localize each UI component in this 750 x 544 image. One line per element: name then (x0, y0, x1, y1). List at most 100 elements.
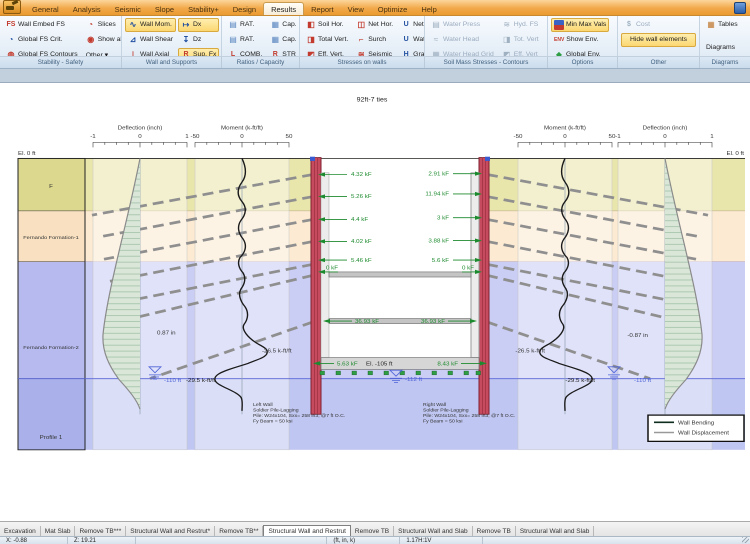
net-icon: U (401, 20, 411, 30)
tables-button[interactable]: ▦Tables (703, 18, 741, 32)
cap-support-button[interactable]: ▦Cap. (267, 33, 299, 47)
stage-tab-struct-slab-b[interactable]: Structural Wall and Slab (516, 526, 595, 536)
menu-tab-general[interactable]: General (25, 3, 66, 15)
wall-axial-button[interactable]: ⊥Wall Axial (125, 48, 176, 57)
cap-wall-button[interactable]: ▦Cap. (267, 18, 299, 32)
elevation-top-right: El. 0 ft (726, 151, 744, 156)
wall-shear-button[interactable]: ⊿Wall Shear (125, 33, 176, 47)
stage-tab-struct-restrut1[interactable]: Structural Wall and Restrut* (126, 526, 215, 536)
dz-button[interactable]: ↧Dz (178, 33, 219, 47)
left-moment-value-1: -26.5 k-ft/ft (262, 349, 292, 354)
profile-column[interactable]: F Fernando Formation-1 Fernando Formatio… (18, 158, 85, 449)
net-hor-button[interactable]: ◫Net Hor. (353, 18, 396, 32)
rat-wall-button[interactable]: ▤RAT. (225, 18, 265, 32)
global-env-button[interactable]: ◆Global Env. (551, 48, 609, 57)
stage-tab-struct-slab[interactable]: Structural Wall and Slab (394, 526, 473, 536)
right-deflection-value: -0.87 in (627, 334, 648, 339)
stage-tab-remove-tb-b[interactable]: Remove TB (473, 526, 516, 536)
menu-tab-seismic[interactable]: Seismic (108, 3, 148, 15)
menu-tab-results[interactable]: Results (263, 2, 304, 15)
wall-mom-button[interactable]: ∿Wall Mom. (125, 18, 176, 32)
wall-embed-fs-button[interactable]: FSWall Embed FS (3, 18, 81, 32)
stage-tab-remove-tb2[interactable]: Remove TB** (215, 526, 263, 536)
envelope-icon: ENV (554, 35, 564, 45)
str-button[interactable]: RSTR (267, 48, 299, 57)
stage-tab-mat-slab[interactable]: Mat Slab (41, 526, 76, 536)
global-fs-contours-button[interactable]: ◍Global FS Contours (3, 48, 81, 57)
total-vertical-icon: ◨ (306, 35, 316, 45)
group-label-soil-mass: Soil Mass Stresses - Contours (425, 57, 548, 68)
menu-tab-optimize[interactable]: Optimize (371, 3, 415, 15)
menu-tab-help[interactable]: Help (414, 3, 443, 15)
menu-tab-design[interactable]: Design (226, 3, 263, 15)
stage-tab-remove-tb[interactable]: Remove TB (351, 526, 394, 536)
menu-tab-report[interactable]: Report (304, 3, 341, 15)
comb-button[interactable]: LCOMB. (225, 48, 265, 57)
dx-icon: ↦ (181, 20, 191, 30)
cost-button[interactable]: $Cost (621, 18, 696, 32)
app-icon[interactable] (3, 0, 21, 14)
water-button[interactable]: UWater (398, 33, 425, 47)
status-bar: X: -0.88 Z: 19.21 (ft, in, k) 1.17H:1V (0, 536, 750, 544)
total-vert-button[interactable]: ◨Total Vert. (303, 33, 351, 47)
stage-tab-remove-tb3[interactable]: Remove TB*** (75, 526, 126, 536)
ruler (93, 142, 187, 147)
soil-hor-button[interactable]: ◧Soil Hor. (303, 18, 351, 32)
show-all-button[interactable]: ◉Show all (83, 33, 122, 47)
eff-vert-button[interactable]: ◩Eff. Vert. (303, 48, 351, 57)
menu-tab-analysis[interactable]: Analysis (66, 3, 108, 15)
seismic-button[interactable]: ≋Seismic (353, 48, 396, 57)
other-dropdown[interactable]: Other ▾ (83, 48, 122, 57)
tick-label: -1 (90, 134, 96, 139)
cursor-z-readout: Z: 19.21 (68, 537, 136, 544)
min-max-icon (554, 20, 564, 30)
menu-tab-stability[interactable]: Stability+ (181, 3, 226, 15)
wall-embed-fs-icon: FS (6, 20, 16, 30)
menu-tab-slope[interactable]: Slope (148, 3, 181, 15)
tables-icon: ▦ (706, 20, 716, 30)
comb-icon: L (228, 50, 238, 57)
water-press-button[interactable]: ▤Water Press (428, 18, 497, 32)
section-drawing[interactable]: 92ft-7 ties Deflection (inch) -1 0 1 Mom… (0, 83, 750, 521)
min-max-vals-button[interactable]: Min Max Vals (551, 18, 609, 32)
slab-force-left: 5.63 kF (337, 362, 358, 367)
hyd-fs-button[interactable]: ≋Hyd. FS (499, 18, 542, 32)
rat-support-button[interactable]: ▤RAT. (225, 33, 265, 47)
sup-fx-button[interactable]: RSup. Fx (178, 48, 219, 57)
global-fs-crit-button[interactable]: ◔Global FS Crit. (3, 33, 81, 47)
dx-button[interactable]: ↦Dx (178, 18, 219, 32)
show-env-button[interactable]: ENVShow Env. (551, 33, 609, 47)
slices-button[interactable]: ◔Slices (83, 18, 122, 32)
left-moment-header: Moment (k-ft/ft) -50 0 50 (191, 126, 293, 147)
force-label: 5.46 kF (351, 258, 372, 263)
ribbon-group-ratios: ▤RAT. ▤RAT. LCOMB. ▦Cap. ▦Cap. RSTR (222, 16, 300, 56)
hide-wall-elements-button[interactable]: Hide wall elements (621, 33, 696, 47)
grad-button[interactable]: HGrad. (398, 48, 425, 57)
surch-button[interactable]: ⌐Surch (353, 33, 396, 47)
net-button[interactable]: UNet (398, 18, 425, 32)
dz-icon: ↧ (181, 35, 191, 45)
strut-upper[interactable] (329, 272, 471, 277)
left-moment-title: Moment (k-ft/ft) (221, 126, 263, 131)
tick-label: 0 (138, 134, 141, 139)
net-horizontal-icon: ◫ (356, 20, 366, 30)
menu-tab-view[interactable]: View (341, 3, 371, 15)
drawing-canvas[interactable]: 92ft-7 ties Deflection (inch) -1 0 1 Mom… (0, 83, 750, 521)
stage-tab-excavation[interactable]: Excavation (0, 526, 41, 536)
water-head-grid-button[interactable]: ▦Water Head Grid (428, 48, 497, 57)
water-icon: U (401, 35, 411, 45)
strut-force-right: 36.93 kF (421, 320, 446, 325)
tot-vert-contour-button[interactable]: ◨Tot. Vert (499, 33, 542, 47)
right-wall[interactable] (479, 157, 490, 415)
force-label: 3 kF (437, 216, 450, 221)
water-head-button[interactable]: ≈Water Head (428, 33, 497, 47)
eff-vert-contour-icon: ◩ (502, 50, 512, 57)
water-elevation-right: -110 ft (634, 378, 652, 383)
diagrams-button[interactable]: Diagrams (703, 40, 741, 54)
window-button[interactable] (734, 2, 746, 14)
ruler (518, 142, 612, 147)
tick-label: 50 (286, 134, 293, 139)
left-wall[interactable] (310, 157, 321, 415)
wall-info-line: Fy Beam = 50 ksi (423, 419, 462, 424)
eff-vert-contour-button[interactable]: ◩Eff. Vert (499, 48, 542, 57)
